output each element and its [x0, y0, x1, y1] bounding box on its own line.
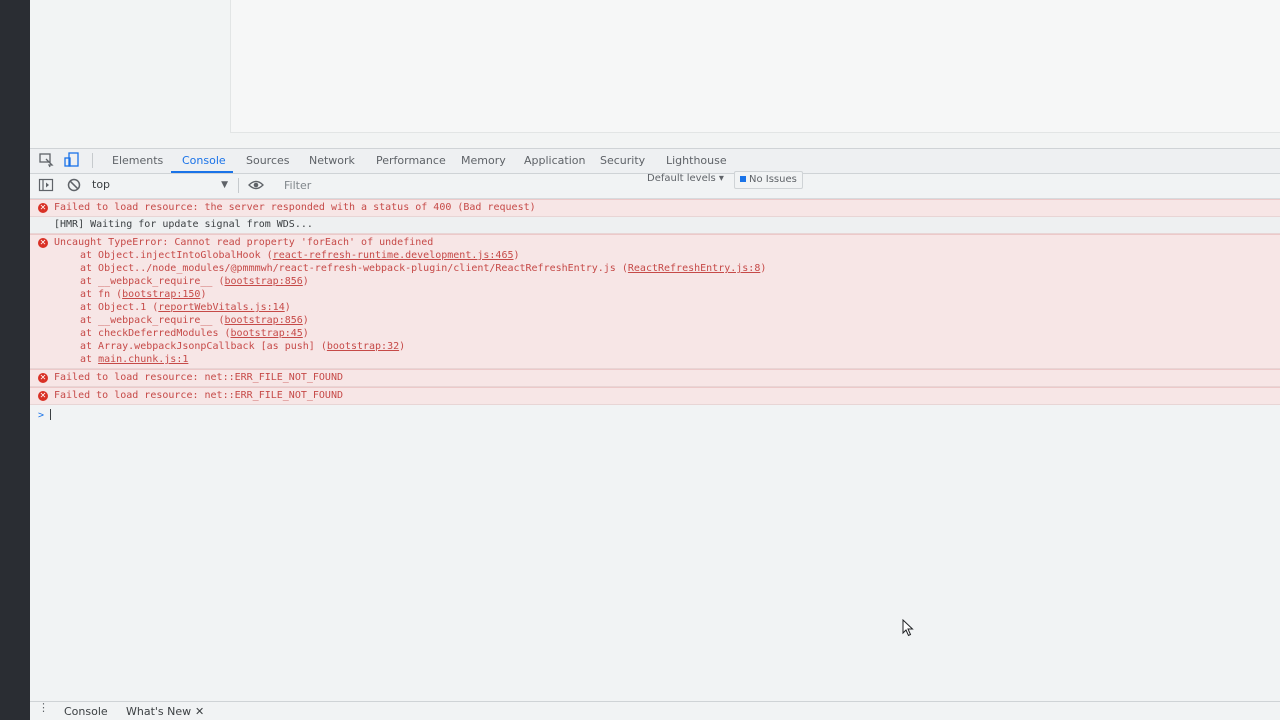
source-link[interactable]: bootstrap:150: [122, 289, 200, 300]
stack-frame: at fn (bootstrap:150): [80, 289, 207, 300]
text-caret: [50, 409, 52, 420]
source-link[interactable]: ReactRefreshEntry.js:8: [628, 263, 760, 274]
prompt-chevron-icon: >: [38, 410, 45, 421]
stack-frame: at __webpack_require__ (bootstrap:856): [80, 276, 309, 287]
live-expression-eye-icon[interactable]: [248, 177, 264, 193]
drawer-menu-icon[interactable]: ⋮: [38, 702, 49, 713]
stack-frame-close: ): [200, 289, 207, 300]
show-sidebar-icon[interactable]: [38, 177, 54, 193]
page-content-area: [230, 0, 1280, 133]
error-icon: ✕: [38, 373, 48, 383]
stack-frame: at Object.injectIntoGlobalHook (react-re…: [80, 250, 520, 261]
console-error-message: ✕ Uncaught TypeError: Cannot read proper…: [30, 234, 1280, 369]
drawer-tab-console[interactable]: Console: [64, 705, 108, 718]
context-value: top: [92, 178, 111, 191]
devtools-tab-bar: Elements Console Sources Network Perform…: [30, 149, 1280, 174]
tab-sources[interactable]: Sources: [246, 154, 290, 167]
tab-performance[interactable]: Performance: [376, 154, 446, 167]
issues-flag-icon: [740, 176, 746, 182]
stack-frame-text: at Array.webpackJsonpCallback [as push]: [80, 341, 321, 352]
source-link[interactable]: bootstrap:856: [225, 276, 303, 287]
default-levels-dropdown[interactable]: Default levels ▾: [647, 173, 724, 184]
source-link[interactable]: main.chunk.js:1: [98, 354, 188, 365]
stack-frame-text: at Object.injectIntoGlobalHook: [80, 250, 267, 261]
drawer-tab-whats-new[interactable]: What's New: [126, 705, 191, 718]
stack-frame-close: ): [302, 315, 309, 326]
toolbar-divider: [238, 178, 239, 193]
stack-frame-close: ): [513, 250, 520, 261]
tab-network[interactable]: Network: [309, 154, 355, 167]
stack-frame: at main.chunk.js:1: [54, 353, 1280, 366]
console-error-message: ✕ Failed to load resource: net::ERR_FILE…: [30, 369, 1280, 387]
stack-frame-close: ): [284, 302, 291, 313]
devtools-panel: Elements Console Sources Network Perform…: [30, 148, 1280, 720]
mouse-pointer-icon: [902, 618, 914, 637]
issues-button[interactable]: No Issues: [734, 171, 803, 189]
error-icon: ✕: [38, 203, 48, 213]
tab-memory[interactable]: Memory: [461, 154, 506, 167]
stack-frame: at __webpack_require__ (bootstrap:856): [80, 315, 309, 326]
stack-frame-text: at Object.1: [80, 302, 153, 313]
active-tab-indicator: [171, 171, 233, 173]
stack-frame-text: at checkDeferredModules: [80, 328, 225, 339]
stack-frame-close: ): [302, 276, 309, 287]
source-link[interactable]: bootstrap:856: [225, 315, 303, 326]
message-text: Failed to load resource: net::ERR_FILE_N…: [54, 372, 343, 383]
console-error-message: ✕ Failed to load resource: the server re…: [30, 199, 1280, 217]
tab-security[interactable]: Security: [600, 154, 645, 167]
message-text: Failed to load resource: net::ERR_FILE_N…: [54, 390, 343, 401]
source-link[interactable]: bootstrap:45: [231, 328, 303, 339]
stack-frame-text: at __webpack_require__: [80, 315, 219, 326]
drawer-tab-bar: ⋮ Console What's New ✕: [30, 701, 1280, 720]
source-link[interactable]: bootstrap:32: [327, 341, 399, 352]
screen: Elements Console Sources Network Perform…: [30, 0, 1280, 720]
console-output: ✕ Failed to load resource: the server re…: [30, 199, 1280, 421]
console-log-message: [HMR] Waiting for update signal from WDS…: [30, 217, 1280, 234]
context-selector[interactable]: top ▼: [92, 177, 232, 193]
error-icon: ✕: [38, 391, 48, 401]
stack-frame-text: at Object../node_modules/@pmmmwh/react-r…: [80, 263, 622, 274]
stack-frame-close: ): [399, 341, 406, 352]
page-viewport: [30, 0, 1280, 148]
dropdown-arrow-icon: ▼: [221, 180, 228, 190]
stack-frame-close: ): [302, 328, 309, 339]
tab-console[interactable]: Console: [182, 154, 226, 167]
console-prompt[interactable]: >: [30, 405, 1280, 421]
tab-elements[interactable]: Elements: [112, 154, 163, 167]
stack-frame-close: ): [760, 263, 767, 274]
stack-frame: at Array.webpackJsonpCallback [as push] …: [80, 341, 406, 352]
stack-frame: at checkDeferredModules (bootstrap:45): [80, 328, 309, 339]
issues-label: No Issues: [749, 174, 797, 185]
message-text: Uncaught TypeError: Cannot read property…: [54, 237, 434, 248]
close-icon[interactable]: ✕: [195, 705, 204, 718]
stack-frame-text: at fn: [80, 289, 117, 300]
clear-console-icon[interactable]: [66, 177, 82, 193]
console-error-message: ✕ Failed to load resource: net::ERR_FILE…: [30, 387, 1280, 405]
stack-frame: at Object.1 (reportWebVitals.js:14): [80, 302, 291, 313]
stack-frame-text: at: [80, 354, 99, 365]
device-toolbar-icon[interactable]: [64, 152, 80, 168]
source-link[interactable]: reportWebVitals.js:14: [158, 302, 284, 313]
inspect-element-icon[interactable]: [38, 152, 54, 168]
tab-lighthouse[interactable]: Lighthouse: [666, 154, 727, 167]
stack-frame: at Object../node_modules/@pmmmwh/react-r…: [80, 263, 767, 274]
stack-frame-text: at __webpack_require__: [80, 276, 219, 287]
error-icon: ✕: [38, 238, 48, 248]
source-link[interactable]: react-refresh-runtime.development.js:465: [273, 250, 514, 261]
message-text: [HMR] Waiting for update signal from WDS…: [54, 219, 313, 230]
toolbar-divider: [92, 153, 93, 168]
tab-application[interactable]: Application: [524, 154, 585, 167]
message-text: Failed to load resource: the server resp…: [54, 202, 536, 213]
filter-input[interactable]: [280, 177, 648, 194]
